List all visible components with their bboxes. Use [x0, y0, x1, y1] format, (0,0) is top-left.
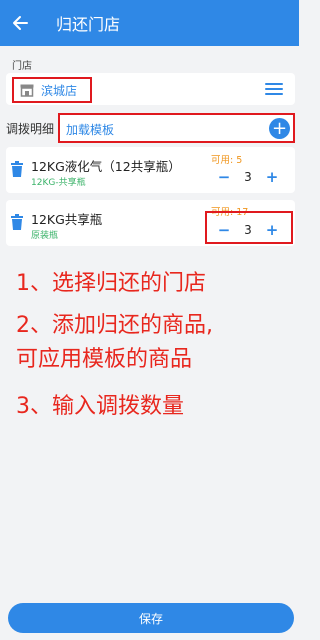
item-name: 12KG液化气（12共享瓶） [31, 159, 181, 174]
store-selector[interactable]: 滨城店 [6, 73, 295, 105]
instruction-line-1: 1、选择归还的门店 [16, 271, 206, 296]
store-annotation-box: 滨城店 [12, 77, 92, 103]
instruction-line-4: 3、输入调拨数量 [16, 394, 184, 419]
quantity-value[interactable]: 3 [235, 170, 261, 184]
trash-icon[interactable] [11, 161, 23, 177]
load-template-link[interactable]: 加载模板 [66, 121, 114, 138]
item-spec: 原装瓶 [31, 231, 59, 241]
store-icon [20, 84, 34, 97]
store-menu-icon[interactable] [265, 81, 283, 97]
quantity-annotation-box [205, 211, 293, 244]
minus-icon[interactable]: − [213, 168, 235, 186]
instruction-line-3: 可应用模板的商品 [16, 347, 193, 372]
item-name: 12KG共享瓶 [31, 212, 103, 227]
instruction-line-2: 2、添加归还的商品, [16, 313, 213, 338]
store-name[interactable]: 滨城店 [41, 82, 77, 99]
template-annotation-box: 加载模板 + [58, 113, 295, 143]
add-item-button[interactable]: + [269, 118, 290, 139]
transfer-detail-label: 调拨明细 [6, 122, 55, 136]
plus-icon[interactable]: + [261, 168, 283, 186]
store-section-label: 门店 [12, 61, 32, 72]
back-arrow-icon [13, 16, 28, 30]
app-header: 归还门店 [0, 0, 299, 46]
list-item: 12KG液化气（12共享瓶） 12KG-共享瓶 可用: 5 − 3 + [6, 147, 295, 193]
page-title: 归还门店 [56, 15, 121, 34]
trash-icon[interactable] [11, 214, 23, 230]
add-icon: + [271, 117, 288, 139]
quantity-stepper[interactable]: − 3 + [213, 166, 283, 188]
back-button[interactable] [0, 0, 40, 46]
save-button[interactable]: 保存 [8, 603, 294, 633]
item-spec: 12KG-共享瓶 [31, 178, 86, 188]
available-stock: 可用: 5 [211, 155, 243, 166]
